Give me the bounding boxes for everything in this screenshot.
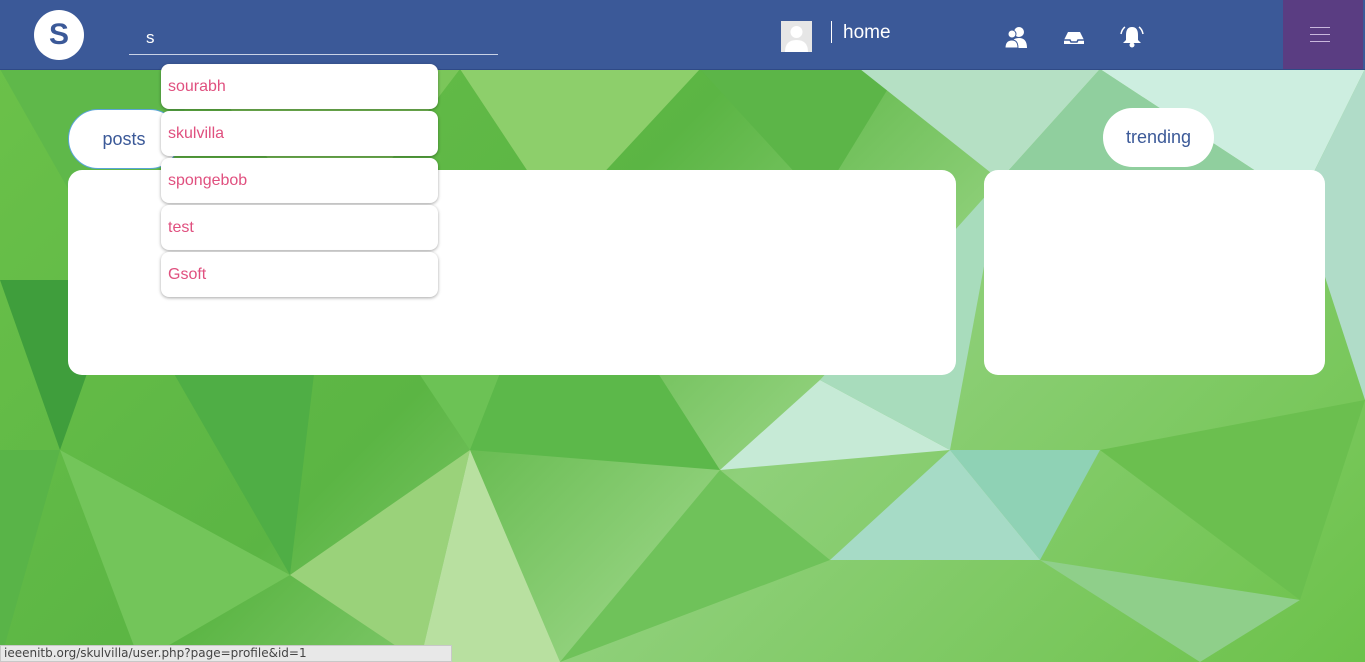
top-navbar: S home xyxy=(0,0,1365,70)
friends-icon[interactable] xyxy=(1003,24,1029,50)
hamburger-menu-icon xyxy=(1310,34,1330,35)
home-link[interactable]: home xyxy=(843,22,891,44)
trending-panel xyxy=(984,170,1325,375)
nav-divider xyxy=(831,21,832,43)
search-suggestions-dropdown: sourabh skulvilla spongebob test Gsoft xyxy=(161,64,438,299)
site-logo[interactable]: S xyxy=(34,10,84,60)
hamburger-menu-icon xyxy=(1310,41,1330,42)
hamburger-menu-icon xyxy=(1310,27,1330,28)
trending-tab[interactable]: trending xyxy=(1103,108,1214,167)
notifications-bell-icon[interactable] xyxy=(1119,24,1145,50)
suggestion-item[interactable]: spongebob xyxy=(161,158,438,203)
search-input[interactable] xyxy=(129,21,498,55)
menu-button[interactable] xyxy=(1283,0,1363,69)
avatar[interactable] xyxy=(781,21,812,52)
inbox-icon[interactable] xyxy=(1061,24,1087,50)
user-placeholder-icon xyxy=(781,21,812,52)
status-bar-url: ieeenitb.org/skulvilla/user.php?page=pro… xyxy=(0,645,452,662)
suggestion-item[interactable]: test xyxy=(161,205,438,250)
suggestion-item[interactable]: sourabh xyxy=(161,64,438,109)
suggestion-item[interactable]: Gsoft xyxy=(161,252,438,297)
suggestion-item[interactable]: skulvilla xyxy=(161,111,438,156)
